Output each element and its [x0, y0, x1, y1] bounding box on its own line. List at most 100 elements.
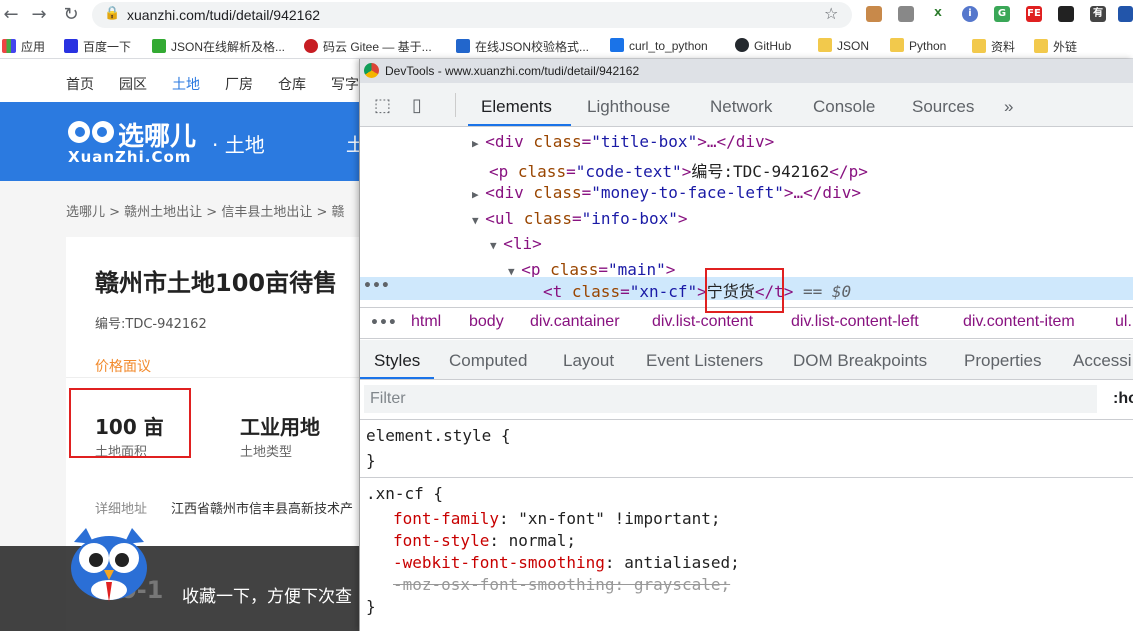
tab-styles[interactable]: Styles	[374, 351, 420, 371]
fe-extension-icon[interactable]: FE	[1026, 6, 1042, 22]
nav-land[interactable]: 土地	[172, 74, 200, 94]
selected-marker: == $0	[793, 282, 852, 301]
css-property: font-family	[393, 509, 499, 528]
you-extension-icon[interactable]: 有	[1090, 6, 1106, 22]
hover-state-toggle[interactable]: :ho	[1113, 390, 1133, 408]
tag-text: <ul	[485, 209, 524, 228]
tab-network[interactable]: Network	[710, 97, 772, 117]
info-extension-icon[interactable]: i	[962, 6, 978, 22]
bookmark-json-folder[interactable]: JSON	[818, 38, 869, 53]
nav-factory[interactable]: 厂房	[225, 74, 253, 94]
bookmark-label: curl_to_python	[629, 39, 708, 53]
xn-cf-selector[interactable]: .xn-cf {	[366, 484, 443, 503]
more-extension-icon[interactable]	[1118, 6, 1133, 22]
land-type-label: 土地类型	[240, 445, 293, 460]
bookmark-label: 在线JSON校验格式...	[475, 40, 590, 54]
cookie-extension-icon[interactable]	[866, 6, 882, 22]
crumb-html[interactable]: html	[411, 313, 441, 331]
css-value: normal;	[508, 531, 577, 550]
tab-computed[interactable]: Computed	[449, 351, 527, 371]
devtools-titlebar: DevTools - www.xuanzhi.com/tudi/detail/9…	[360, 59, 1133, 83]
reload-icon[interactable]: ↻	[60, 4, 82, 26]
bookmark-label: JSON	[837, 39, 870, 53]
divider	[66, 377, 360, 378]
bookmark-python-folder[interactable]: Python	[890, 38, 946, 53]
site-breadcrumb[interactable]: 选哪儿 > 赣州土地出让 > 信丰县土地出让 > 赣	[66, 201, 344, 220]
nav-warehouse[interactable]: 仓库	[278, 74, 306, 94]
dom-node-li[interactable]: ▼ <li>	[490, 234, 542, 253]
tab-elements[interactable]: Elements	[481, 97, 552, 117]
site-top-nav: 首页 园区 土地 厂房 仓库 写字	[0, 60, 360, 102]
tab-sources[interactable]: Sources	[912, 97, 974, 117]
tab-properties[interactable]: Properties	[964, 351, 1041, 371]
bookmark-gitee[interactable]: 码云 Gitee — 基于...	[304, 38, 432, 55]
folder-icon	[890, 38, 904, 52]
tab-event-listeners[interactable]: Event Listeners	[646, 351, 763, 371]
dom-node-info-box[interactable]: ▼ <ul class="info-box">	[472, 209, 688, 228]
bookmark-apps[interactable]: 应用	[2, 38, 45, 55]
nav-park[interactable]: 园区	[119, 74, 147, 94]
nav-home[interactable]: 首页	[66, 74, 94, 94]
crumb-body[interactable]: body	[469, 313, 504, 331]
bookmarks-bar: 应用 百度一下 JSON在线解析及格... 码云 Gitee — 基于... 在…	[0, 33, 1133, 59]
dom-node-xn-cf[interactable]: <t class="xn-cf">宁货货</t> == $0	[543, 278, 851, 302]
bookmark-links-folder[interactable]: 外链	[1034, 38, 1077, 55]
address-bar[interactable]: 🔒 xuanzhi.com/tudi/detail/942162 ☆	[92, 2, 852, 28]
x-extension-icon[interactable]: X	[930, 6, 946, 22]
dom-node-title-box[interactable]: ▶ <div class="title-box">…</div>	[472, 132, 774, 151]
collapse-arrow-icon[interactable]: ▼	[490, 239, 503, 252]
expand-arrow-icon[interactable]: ▶	[472, 137, 485, 150]
tab-layout[interactable]: Layout	[563, 351, 614, 371]
css-declaration-moz-smoothing[interactable]: -moz-osx-font-smoothing: grayscale;	[393, 575, 730, 594]
bookmark-curl[interactable]: curl_to_python	[610, 38, 708, 53]
element-style-selector[interactable]: element.style {	[366, 426, 511, 445]
crumb-container[interactable]: div.cantainer	[530, 313, 620, 331]
tag-text: >	[677, 209, 688, 228]
css-declaration-font-family[interactable]: font-family: "xn-font" !important;	[393, 509, 721, 528]
star-icon[interactable]: ☆	[824, 4, 838, 23]
devtools-title: DevTools - www.xuanzhi.com/tudi/detail/9…	[385, 64, 640, 78]
dom-node-money-box[interactable]: ▶ <div class="money-to-face-left">…</div…	[472, 183, 861, 202]
bookmark-label: GitHub	[754, 39, 792, 53]
crumb-content-item[interactable]: div.content-item	[963, 313, 1075, 331]
crumb-list-content-left[interactable]: div.list-content-left	[791, 313, 919, 331]
css-declaration-webkit-smoothing[interactable]: -webkit-font-smoothing: antialiased;	[393, 553, 740, 572]
tab-accessibility[interactable]: Accessi	[1073, 351, 1132, 371]
css-declaration-font-style[interactable]: font-style: normal;	[393, 531, 576, 550]
expand-arrow-icon[interactable]: ▶	[472, 188, 485, 201]
owl-mascot-icon[interactable]	[64, 520, 154, 602]
inspect-element-icon[interactable]: ⬚	[374, 95, 391, 116]
folder-icon	[1034, 39, 1048, 53]
address-label: 详细地址	[95, 502, 148, 517]
rule-close-brace: }	[366, 451, 376, 470]
logo-eyes-icon	[66, 119, 116, 145]
tab-lighthouse[interactable]: Lighthouse	[587, 97, 670, 117]
crumb-list-content[interactable]: div.list-content	[652, 313, 753, 331]
nav-office[interactable]: 写字	[331, 74, 359, 94]
collapse-arrow-icon[interactable]: ▼	[472, 214, 485, 227]
bookmark-json-validate[interactable]: 在线JSON校验格式...	[456, 38, 589, 55]
tab-console[interactable]: Console	[813, 97, 875, 117]
css-value: "xn-font" !important;	[518, 509, 721, 528]
device-toolbar-icon[interactable]: ▯	[412, 95, 422, 116]
breadcrumb-overflow-icon[interactable]: •••	[370, 315, 397, 331]
tag-text: <div	[485, 183, 534, 202]
tab-dom-breakpoints[interactable]: DOM Breakpoints	[793, 351, 927, 371]
translate-extension-icon[interactable]: G	[994, 6, 1010, 22]
spy-extension-icon[interactable]	[1058, 6, 1074, 22]
folder-icon	[818, 38, 832, 52]
dom-node-code-text[interactable]: <p class="code-text">编号:TDC-942162</p>	[489, 158, 868, 182]
ellipsis-icon[interactable]: •••	[363, 278, 390, 294]
styles-filter-input[interactable]: Filter	[364, 385, 1097, 413]
document-extension-icon[interactable]	[898, 6, 914, 22]
bookmark-label: JSON在线解析及格...	[171, 40, 286, 54]
bookmark-baidu[interactable]: 百度一下	[64, 38, 131, 55]
bookmark-ziliao-folder[interactable]: 资料	[972, 38, 1015, 55]
back-icon[interactable]: ←	[0, 4, 22, 26]
bookmark-github[interactable]: GitHub	[735, 38, 791, 53]
more-tabs-icon[interactable]: »	[1004, 97, 1013, 117]
bookmark-json-parse[interactable]: JSON在线解析及格...	[152, 38, 285, 55]
crumb-ul[interactable]: ul.	[1115, 313, 1132, 331]
highlight-decoded-text-box	[705, 268, 784, 313]
forward-icon[interactable]: →	[28, 4, 50, 26]
